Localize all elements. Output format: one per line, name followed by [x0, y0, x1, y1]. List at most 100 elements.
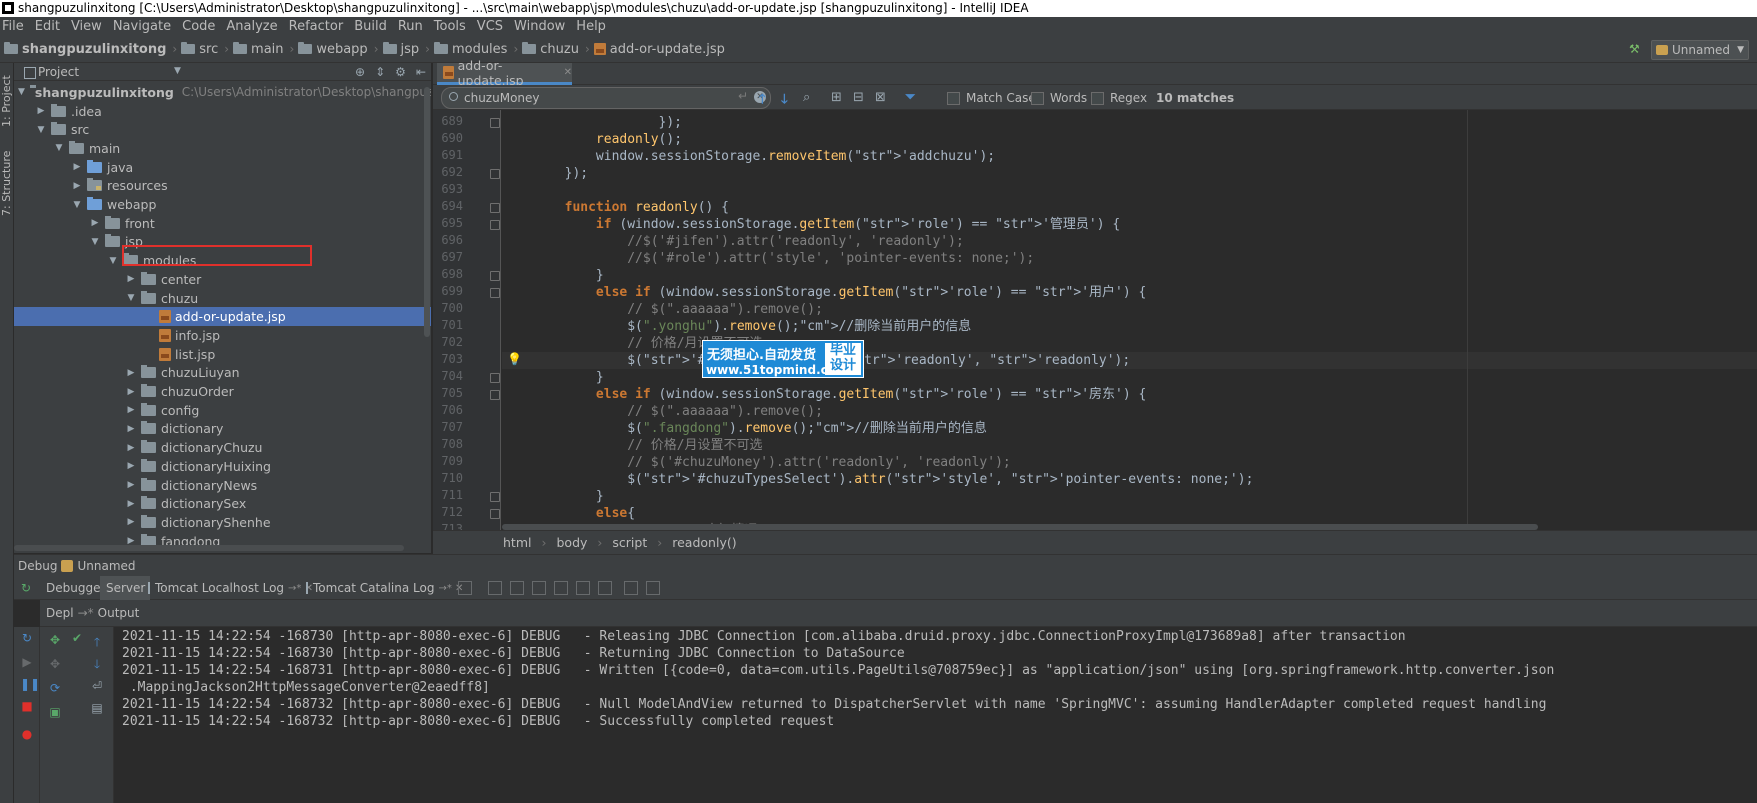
nav-crumb-modules[interactable]: modules	[433, 42, 507, 57]
tree-item[interactable]: ▶ dictionaryHuixing	[14, 457, 431, 476]
fold-marker-icon[interactable]	[490, 169, 500, 179]
collapse-arrow-icon[interactable]: ▶	[126, 517, 136, 527]
code-line[interactable]: function readonly() {	[502, 199, 729, 216]
code-line[interactable]: $("str">'#chuzuTypesSelect').attr("str">…	[502, 471, 1253, 488]
words-checkbox[interactable]: Words	[1031, 91, 1087, 105]
tree-item[interactable]: ▼ chuzu	[14, 289, 431, 308]
fold-marker-icon[interactable]	[490, 271, 500, 281]
project-panel-title[interactable]: Project	[38, 65, 79, 79]
trace-icon[interactable]	[646, 581, 660, 595]
nav-crumb-src[interactable]: src	[181, 42, 218, 57]
tree-item[interactable]: ▶ .idea	[14, 102, 431, 121]
collapse-arrow-icon[interactable]: ▶	[126, 405, 136, 415]
collapse-arrow-icon[interactable]: ▶	[126, 274, 136, 284]
nav-crumb-jsp[interactable]: jsp	[382, 42, 419, 57]
chevron-down-icon[interactable]: ▼	[174, 66, 181, 76]
fold-marker-icon[interactable]	[490, 492, 500, 502]
fold-marker-icon[interactable]	[490, 509, 500, 519]
code-line[interactable]: //$('#jifen').attr('readonly', 'readonly…	[502, 233, 964, 250]
tab-deployment[interactable]: Depl	[46, 606, 74, 620]
menu-help[interactable]: Help	[576, 19, 606, 34]
code-line[interactable]: // 价格/月设置不可选	[502, 437, 762, 454]
tab-output[interactable]: Output	[98, 606, 140, 620]
project-horizontal-scrollbar[interactable]	[14, 545, 404, 551]
collapse-arrow-icon[interactable]: ▶	[126, 461, 136, 471]
redeploy-icon[interactable]: ⟳	[48, 681, 62, 695]
tree-item[interactable]: ▶ front	[14, 214, 431, 233]
crumb-readonly[interactable]: readonly()	[672, 535, 736, 550]
menu-code[interactable]: Code	[182, 19, 215, 34]
tab-debugger[interactable]: Debugger	[42, 576, 105, 600]
nav-crumb-webapp[interactable]: webapp	[298, 42, 368, 57]
expand-arrow-icon[interactable]: ▼	[108, 256, 118, 266]
run-to-cursor-icon[interactable]	[598, 581, 612, 595]
fold-marker-icon[interactable]	[490, 203, 500, 213]
crumb-script[interactable]: script	[612, 535, 647, 550]
fold-marker-icon[interactable]	[490, 220, 500, 230]
intention-bulb-icon[interactable]: 💡	[507, 352, 522, 366]
tab-server[interactable]: Server	[100, 576, 150, 600]
code-line[interactable]: }	[502, 267, 604, 284]
menu-refactor[interactable]: Refactor	[289, 19, 344, 34]
pause-icon[interactable]: ❚❚	[20, 677, 40, 691]
menu-run[interactable]: Run	[398, 19, 423, 34]
step-out-icon[interactable]	[554, 581, 568, 595]
tree-item[interactable]: ▶ dictionarySex	[14, 494, 431, 513]
code-line[interactable]: });	[502, 114, 682, 131]
menu-tools[interactable]: Tools	[434, 19, 466, 34]
menu-edit[interactable]: Edit	[35, 19, 60, 34]
collapse-arrow-icon[interactable]: ▶	[126, 387, 136, 397]
next-occurrence-icon[interactable]: 🡓	[781, 90, 788, 112]
soft-wrap-icon[interactable]: ⏎	[90, 679, 104, 693]
code-line[interactable]: $(".yonghu").remove();"cm">//删除当前用户的信息	[502, 318, 971, 335]
fold-marker-icon[interactable]	[490, 373, 500, 383]
close-icon[interactable]: ✕	[564, 67, 572, 78]
expand-arrow-icon[interactable]: ▼	[36, 125, 46, 135]
regex-checkbox[interactable]: Regex	[1091, 91, 1147, 105]
print-icon[interactable]: ▤	[90, 701, 104, 715]
tree-item[interactable]: ▶ resources	[14, 177, 431, 196]
tree-item[interactable]: ▶ dictionaryShenhe	[14, 513, 431, 532]
expand-arrow-icon[interactable]: ▼	[90, 237, 100, 247]
expand-arrow-icon[interactable]: ▼	[72, 200, 82, 210]
force-step-into-icon[interactable]	[532, 581, 546, 595]
tree-item[interactable]: ▶ java	[14, 158, 431, 177]
scroll-up-icon[interactable]: 🡑	[90, 635, 104, 649]
structure-tool-tab[interactable]: 7: Structure	[0, 147, 14, 219]
crumb-body[interactable]: body	[556, 535, 587, 550]
code-line[interactable]: else{	[502, 505, 635, 522]
refresh-icon[interactable]: ↻	[20, 631, 34, 645]
code-line[interactable]: window.sessionStorage.removeItem("str">'…	[502, 148, 995, 165]
code-editor[interactable]: }); readonly(); window.sessionStorage.re…	[502, 110, 1757, 530]
artifact-icon[interactable]: ▣	[48, 705, 62, 719]
code-line[interactable]: $(".fangdong").remove();"cm">//删除当前用户的信息	[502, 420, 987, 437]
nav-crumb-project[interactable]: shangpuzulinxitong	[4, 42, 166, 57]
collapse-arrow-icon[interactable]: ▶	[126, 480, 136, 490]
undeploy-icon[interactable]: ✥	[48, 657, 62, 671]
add-occurrence-icon[interactable]: ⊞	[831, 90, 842, 105]
collapse-arrow-icon[interactable]: ▶	[72, 162, 82, 172]
nav-crumb-file[interactable]: add-or-update.jsp	[593, 42, 725, 57]
scroll-down-icon[interactable]: 🡓	[90, 657, 104, 671]
fold-marker-icon[interactable]	[490, 118, 500, 128]
collapse-arrow-icon[interactable]: ▶	[126, 424, 136, 434]
tree-item[interactable]: ▼ webapp	[14, 195, 431, 214]
show-execution-point-icon[interactable]	[458, 581, 472, 595]
tree-item[interactable]: ▼ src	[14, 120, 431, 139]
code-line[interactable]: }	[502, 488, 604, 505]
tree-item[interactable]: ▼ main	[14, 139, 431, 158]
collapse-arrow-icon[interactable]: ▶	[90, 218, 100, 228]
find-input[interactable]: chuzuMoney ↵ ✕	[441, 87, 771, 109]
code-line[interactable]: readonly();	[502, 131, 682, 148]
collapse-arrow-icon[interactable]: ▶	[126, 499, 136, 509]
previous-occurrence-icon[interactable]: 🡑	[759, 90, 766, 112]
tree-item[interactable]: ▶ chuzuOrder	[14, 382, 431, 401]
drop-frame-icon[interactable]	[576, 581, 590, 595]
menu-file[interactable]: File	[2, 19, 24, 34]
code-line[interactable]: if (window.sessionStorage.getItem("str">…	[502, 216, 1120, 233]
tree-item[interactable]: ▶ chuzuLiuyan	[14, 364, 431, 383]
collapse-arrow-icon[interactable]: ▶	[72, 181, 82, 191]
rerun-icon[interactable]: ↻	[21, 581, 31, 595]
menu-view[interactable]: View	[71, 19, 102, 34]
menu-build[interactable]: Build	[354, 19, 387, 34]
